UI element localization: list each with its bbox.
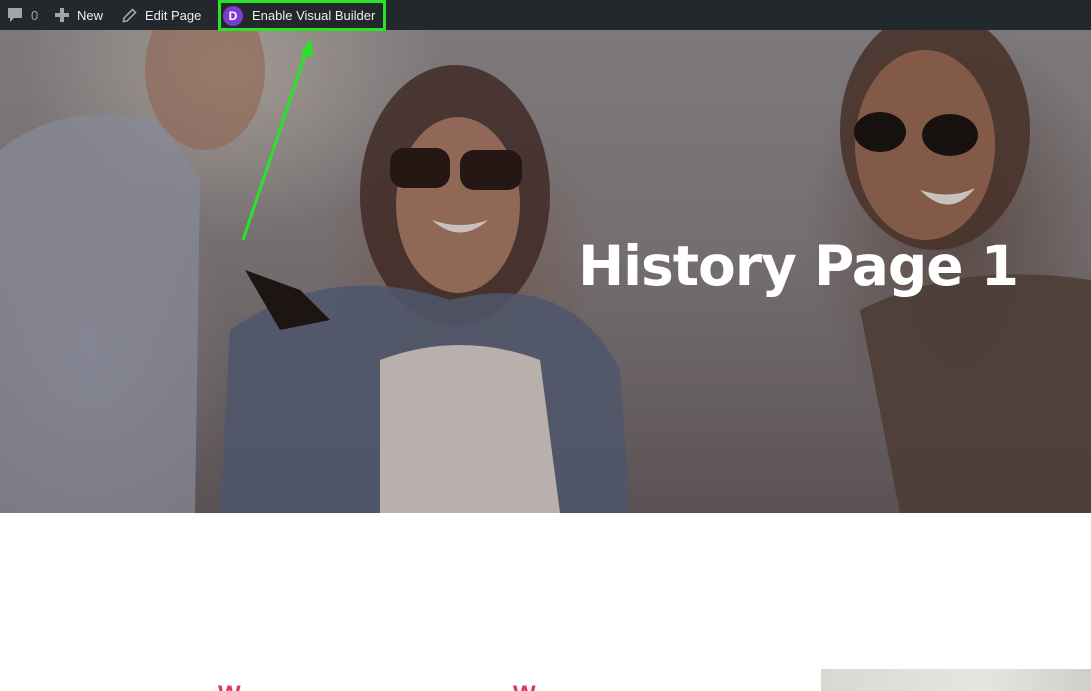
content-image — [821, 669, 1091, 691]
hero-section: History Page 1 — [0, 30, 1091, 513]
plus-icon — [55, 8, 69, 22]
edit-page-label: Edit Page — [145, 7, 202, 23]
pencil-icon — [122, 7, 137, 22]
enable-visual-builder-menu-item[interactable]: D Enable Visual Builder — [218, 0, 386, 31]
enable-visual-builder-label: Enable Visual Builder — [252, 8, 376, 23]
comments-menu-item[interactable]: 0 — [6, 0, 38, 30]
hero-title: History Page 1 — [578, 234, 1019, 298]
new-content-menu-item[interactable]: New — [55, 0, 103, 30]
section-heading-partial: W — [218, 683, 241, 691]
comments-count: 0 — [31, 7, 39, 23]
new-label: New — [77, 7, 104, 23]
divi-logo-icon: D — [223, 5, 243, 26]
edit-page-menu-item[interactable]: Edit Page — [122, 0, 201, 30]
wp-admin-bar: 0 New Edit Page D Enable Visual Builder — [0, 0, 1091, 31]
section-heading-partial: W — [513, 683, 536, 691]
comment-icon — [8, 8, 22, 22]
content-section: W W — [0, 513, 1091, 691]
